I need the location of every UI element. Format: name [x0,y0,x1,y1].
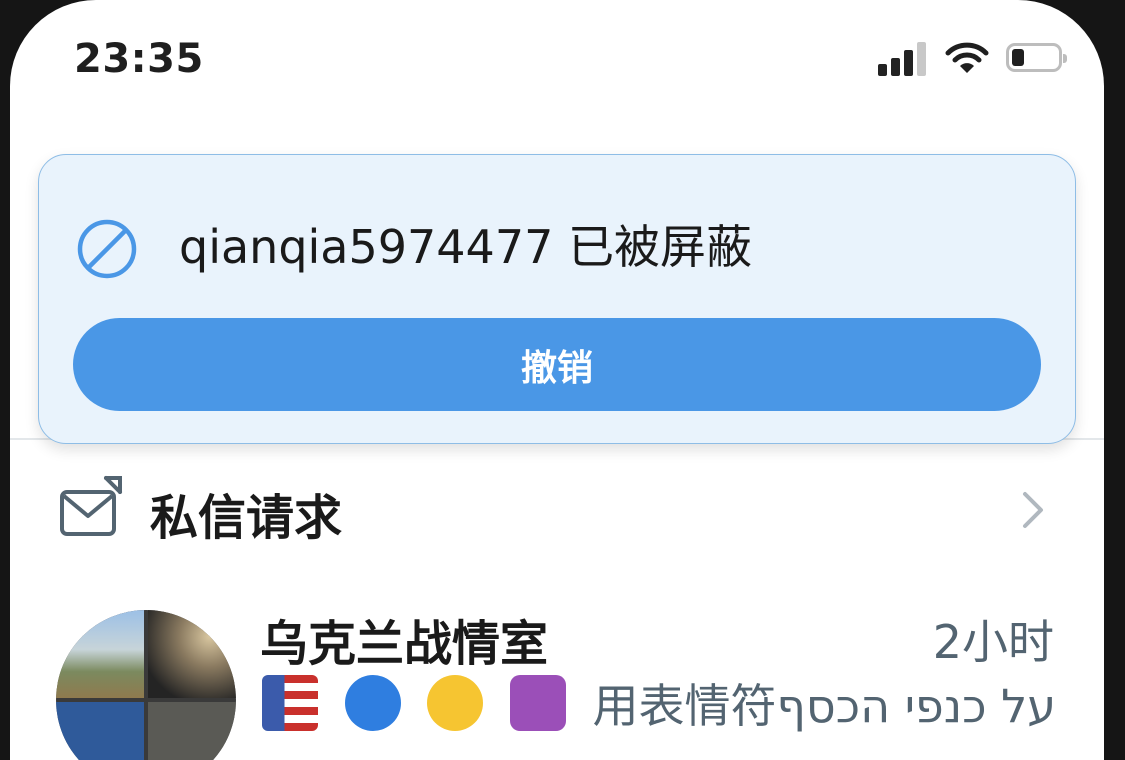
wifi-icon [945,42,989,73]
blue-heart-icon [344,675,401,731]
avatar [56,610,236,760]
message-requests-row[interactable]: 私信请求 [10,460,1104,560]
blocked-message: qianqia5974477 已被屏蔽 [179,220,752,274]
conversation-name: 乌克兰战情室 [260,616,549,672]
peace-symbol-icon [509,675,566,731]
status-time: 23:35 [74,36,204,82]
message-requests-label: 私信请求 [150,490,343,546]
conversation-preview-text: 用表情符על כנפי הכסף [592,679,1057,733]
battery-icon [1006,43,1067,72]
us-flag-icon [262,675,318,731]
phone-screen: 23:35 qianqia5974477 已被屏蔽 撤销 私信请求 乌克兰战情室… [10,0,1104,760]
yellow-heart-icon [427,675,484,731]
block-icon [77,219,137,279]
undo-button[interactable]: 撤销 [73,318,1041,411]
chevron-right-icon [1023,492,1043,528]
blocked-toast: qianqia5974477 已被屏蔽 撤销 [38,154,1076,444]
conversation-preview: 用表情符על כנפי הכסף [262,670,1056,736]
conversation-time: 2小时 [932,615,1054,669]
conversation-item[interactable]: 乌克兰战情室 2小时 用表情符על כנפי הכסף [10,600,1104,760]
cellular-signal-icon [878,40,930,76]
message-request-icon [60,476,122,536]
